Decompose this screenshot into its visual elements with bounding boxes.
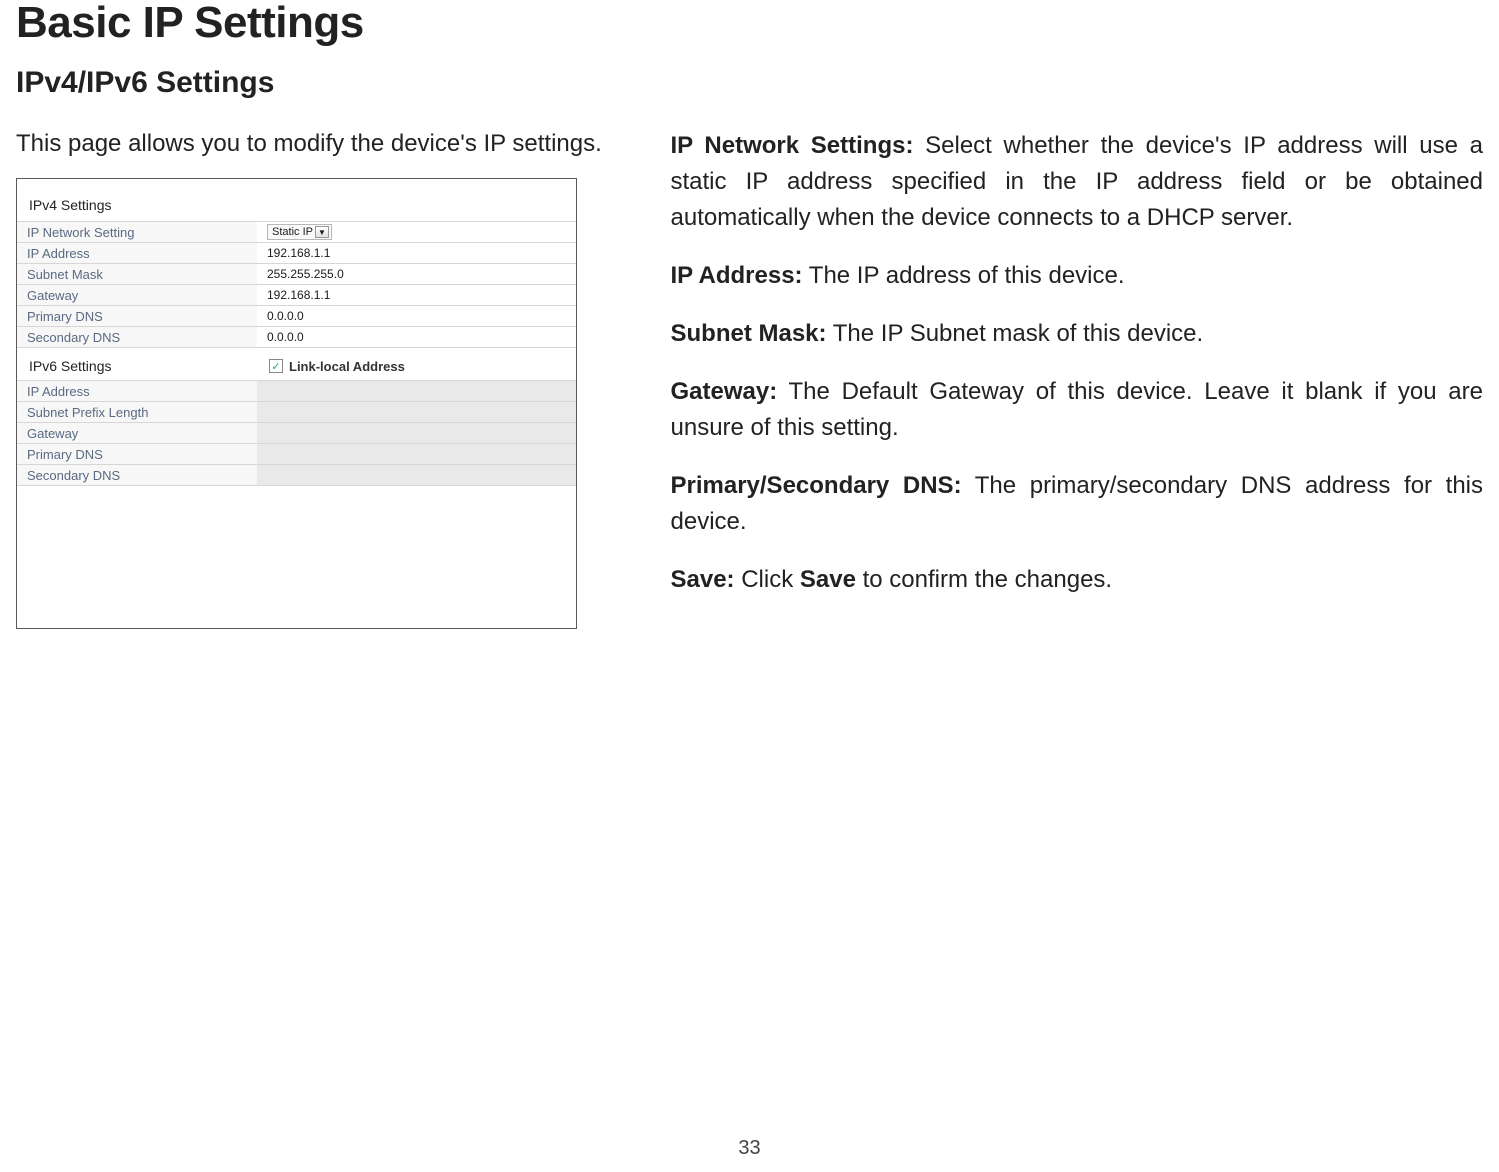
value-primary-dns: 0.0.0.0 — [257, 306, 576, 327]
ip-network-setting-dropdown[interactable]: Static IP ▼ — [267, 224, 332, 240]
page-title: Basic IP Settings — [16, 0, 1483, 48]
chevron-down-icon: ▼ — [315, 226, 329, 238]
value-gateway: 192.168.1.1 — [257, 285, 576, 306]
label-subnet-mask: Subnet Mask — [17, 264, 257, 285]
checkbox-label: Link-local Address — [289, 359, 405, 374]
row-ip-network-setting: IP Network Setting Static IP ▼ — [17, 222, 576, 243]
row-subnet-prefix-length: Subnet Prefix Length — [17, 402, 576, 423]
settings-screenshot: IPv4 Settings IP Network Setting Static … — [16, 178, 577, 629]
row-ipv6-gateway: Gateway — [17, 423, 576, 444]
section-heading: IPv4/IPv6 Settings — [16, 66, 1483, 100]
label-ip-network-setting: IP Network Setting — [17, 222, 257, 243]
document-page: Basic IP Settings IPv4/IPv6 Settings Thi… — [0, 0, 1499, 1170]
label-ipv6-gateway: Gateway — [17, 423, 257, 444]
label-ipv6-secondary-dns: Secondary DNS — [17, 465, 257, 486]
desc-label: Primary/Secondary DNS: — [671, 472, 962, 499]
desc-bold-inline: Save — [800, 566, 856, 593]
right-column: IP Network Settings: Select whether the … — [671, 128, 1484, 629]
value-secondary-dns: 0.0.0.0 — [257, 327, 576, 348]
row-gateway: Gateway 192.168.1.1 — [17, 285, 576, 306]
left-column: This page allows you to modify the devic… — [16, 128, 611, 629]
desc-ip-network-settings: IP Network Settings: Select whether the … — [671, 128, 1484, 236]
label-ipv6-ip-address: IP Address — [17, 381, 257, 402]
desc-subnet-mask: Subnet Mask: The IP Subnet mask of this … — [671, 316, 1484, 352]
desc-label: Subnet Mask: — [671, 320, 827, 347]
ipv6-table: IP Address Subnet Prefix Length Gateway … — [17, 380, 576, 486]
desc-label: Save: — [671, 566, 735, 593]
desc-text: The Default Gateway of this device. Leav… — [671, 378, 1484, 441]
desc-text: Click — [735, 566, 800, 593]
row-subnet-mask: Subnet Mask 255.255.255.0 — [17, 264, 576, 285]
label-gateway: Gateway — [17, 285, 257, 306]
desc-text: The IP address of this device. — [803, 262, 1125, 289]
ipv4-table: IP Network Setting Static IP ▼ IP Addres… — [17, 221, 576, 348]
value-ipv6-gateway — [257, 423, 576, 444]
desc-ip-address: IP Address: The IP address of this devic… — [671, 258, 1484, 294]
desc-label: Gateway: — [671, 378, 778, 405]
desc-dns: Primary/Secondary DNS: The primary/secon… — [671, 468, 1484, 540]
value-subnet-prefix-length — [257, 402, 576, 423]
label-primary-dns: Primary DNS — [17, 306, 257, 327]
ipv6-header: IPv6 Settings — [29, 358, 269, 374]
desc-label: IP Address: — [671, 262, 803, 289]
ipv4-header: IPv4 Settings — [17, 191, 576, 221]
value-ip-address: 192.168.1.1 — [257, 243, 576, 264]
desc-gateway: Gateway: The Default Gateway of this dev… — [671, 374, 1484, 446]
checkbox-icon: ✓ — [269, 359, 283, 373]
intro-text: This page allows you to modify the devic… — [16, 128, 611, 160]
value-ipv6-ip-address — [257, 381, 576, 402]
dropdown-value: Static IP — [272, 226, 313, 238]
row-ip-address: IP Address 192.168.1.1 — [17, 243, 576, 264]
row-primary-dns: Primary DNS 0.0.0.0 — [17, 306, 576, 327]
desc-text: The IP Subnet mask of this device. — [827, 320, 1204, 347]
value-ip-network-setting: Static IP ▼ — [257, 222, 576, 243]
desc-text: to confirm the changes. — [856, 566, 1112, 593]
link-local-checkbox[interactable]: ✓ Link-local Address — [269, 359, 405, 374]
ipv6-header-row: IPv6 Settings ✓ Link-local Address — [17, 348, 576, 380]
desc-label: IP Network Settings: — [671, 132, 914, 159]
row-ipv6-secondary-dns: Secondary DNS — [17, 465, 576, 486]
desc-save: Save: Click Save to confirm the changes. — [671, 562, 1484, 598]
label-secondary-dns: Secondary DNS — [17, 327, 257, 348]
label-ipv6-primary-dns: Primary DNS — [17, 444, 257, 465]
label-ip-address: IP Address — [17, 243, 257, 264]
page-number: 33 — [0, 1137, 1499, 1160]
row-ipv6-ip-address: IP Address — [17, 381, 576, 402]
value-ipv6-primary-dns — [257, 444, 576, 465]
row-ipv6-primary-dns: Primary DNS — [17, 444, 576, 465]
two-column-layout: This page allows you to modify the devic… — [16, 128, 1483, 629]
value-subnet-mask: 255.255.255.0 — [257, 264, 576, 285]
row-secondary-dns: Secondary DNS 0.0.0.0 — [17, 327, 576, 348]
value-ipv6-secondary-dns — [257, 465, 576, 486]
label-subnet-prefix-length: Subnet Prefix Length — [17, 402, 257, 423]
